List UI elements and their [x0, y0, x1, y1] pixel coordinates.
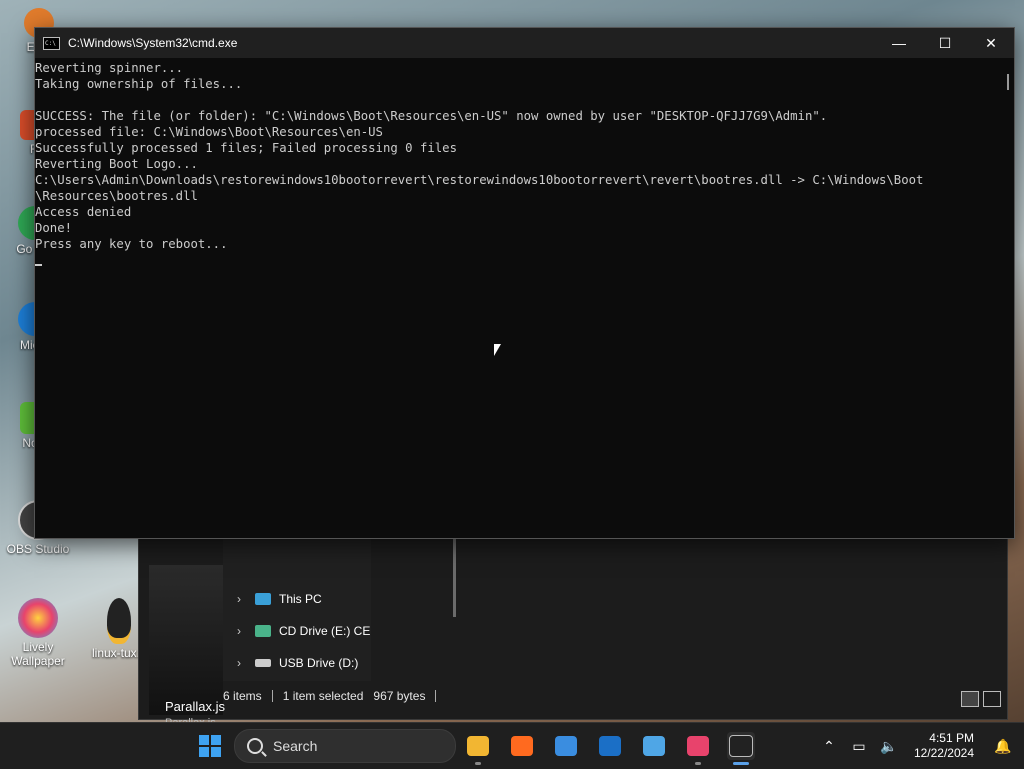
start-button[interactable]: [196, 732, 224, 760]
monitor-icon: [255, 593, 271, 605]
volume-muted-icon[interactable]: 🔈: [878, 738, 900, 755]
file-explorer-icon: [467, 736, 489, 756]
item-count: 6 items: [223, 689, 262, 703]
details-view-icon[interactable]: [961, 691, 979, 707]
console-line: \Resources\bootres.dll: [35, 189, 198, 203]
firefox-icon: [511, 736, 533, 756]
clock-time: 4:51 PM: [929, 731, 974, 745]
console-line: Successfully processed 1 files; Failed p…: [35, 141, 457, 155]
running-indicator: [695, 762, 701, 765]
console-line: Press any key to reboot...: [35, 237, 228, 251]
desktop-icon-label: Lively Wallpaper: [11, 640, 65, 668]
scrollbar-thumb[interactable]: [1007, 74, 1009, 90]
close-button[interactable]: ✕: [968, 28, 1014, 58]
file-thumbnail[interactable]: Parallax.js Parallax.js en: [149, 565, 225, 741]
selection-count: 1 item selected: [282, 689, 364, 703]
search-icon: [247, 738, 263, 754]
notepad-icon: [643, 736, 665, 756]
chevron-right-icon[interactable]: ›: [237, 624, 247, 638]
cmd-window[interactable]: C:\ C:\Windows\System32\cmd.exe — ☐ ✕ Re…: [34, 27, 1015, 539]
nav-item-this-pc[interactable]: › This PC: [237, 587, 322, 611]
nav-scrollbar[interactable]: [453, 537, 456, 617]
usb-drive-icon: [255, 659, 271, 667]
navigation-pane: › This PC › CD Drive (E:) CE › USB Drive…: [223, 531, 456, 681]
running-indicator: [475, 762, 481, 765]
taskbar-app-firefox[interactable]: [508, 732, 536, 760]
chevron-right-icon[interactable]: ›: [237, 592, 247, 606]
outlook-icon: [599, 736, 621, 756]
nav-item-label: This PC: [279, 592, 322, 606]
view-toggle: [961, 691, 1001, 707]
file-name: Parallax.js: [165, 699, 225, 714]
windows-logo-icon: [199, 735, 221, 757]
taskbar-app-file-explorer[interactable]: [464, 732, 492, 765]
taskbar: Search ⌃ ▭ 🔈 4:51 PM 12/22/2024 🔔: [0, 722, 1024, 769]
cd-drive-icon: [255, 625, 271, 637]
cmd-title-bar[interactable]: C:\ C:\Windows\System32\cmd.exe — ☐ ✕: [35, 28, 1014, 58]
console-line: SUCCESS: The file (or folder): "C:\Windo…: [35, 109, 828, 123]
taskbar-app-cmd[interactable]: [727, 732, 755, 765]
taskbar-app-outlook[interactable]: [596, 732, 624, 760]
chevron-right-icon[interactable]: ›: [237, 656, 247, 670]
cmd-app-icon: C:\: [43, 36, 60, 50]
desktop-icon-label: OBS Studio: [6, 542, 70, 556]
mouse-pointer-icon: [493, 343, 502, 358]
nav-item-usb-drive[interactable]: › USB Drive (D:): [237, 651, 358, 675]
network-icon[interactable]: ▭: [848, 738, 870, 755]
selection-size: 967 bytes: [373, 689, 426, 703]
lively-wallpaper-desktop-icon: [18, 598, 58, 638]
console-output[interactable]: Reverting spinner... Taking ownership of …: [35, 58, 1000, 538]
console-cursor-line: [35, 252, 1000, 268]
nav-item-label: USB Drive (D:): [279, 656, 359, 670]
nav-item-cd-drive[interactable]: › CD Drive (E:) CE: [237, 619, 370, 643]
taskbar-app-notepad[interactable]: [640, 732, 668, 760]
tux-icon: [107, 598, 131, 644]
console-scrollbar[interactable]: [1000, 58, 1014, 538]
file-explorer-window[interactable]: Parallax.js Parallax.js en › This PC › C…: [138, 530, 1008, 741]
console-line: Access denied: [35, 205, 132, 219]
tiles-view-icon[interactable]: [983, 691, 1001, 707]
maximize-button[interactable]: ☐: [922, 28, 968, 58]
status-bar: 6 items 1 item selected 967 bytes: [223, 689, 437, 703]
chevron-up-icon[interactable]: ⌃: [818, 738, 840, 755]
notification-bell-icon[interactable]: 🔔: [992, 738, 1014, 755]
console-line: C:\Users\Admin\Downloads\restorewindows1…: [35, 173, 924, 187]
search-placeholder: Search: [273, 738, 318, 754]
minimize-button[interactable]: —: [876, 28, 922, 58]
clock-date: 12/22/2024: [913, 746, 974, 760]
text-cursor: [35, 264, 42, 266]
lively-wallpaper-icon: [687, 736, 709, 756]
console-line: processed file: C:\Windows\Boot\Resource…: [35, 125, 383, 139]
window-title: C:\Windows\System32\cmd.exe: [68, 36, 238, 50]
taskbar-app-lively-wallpaper[interactable]: [684, 732, 712, 765]
console-line: Done!: [35, 221, 73, 235]
taskbar-app-microsoft-store[interactable]: [552, 732, 580, 760]
console-line: Reverting Boot Logo...: [35, 157, 198, 171]
console-line: Taking ownership of files...: [35, 77, 243, 91]
cmd-icon: [729, 735, 753, 757]
status-divider: [271, 690, 273, 702]
desktop-icon-lively-wallpaper[interactable]: Lively Wallpaper: [3, 598, 73, 668]
nav-item-label: CD Drive (E:) CE: [279, 624, 371, 638]
system-tray: ⌃ ▭ 🔈 4:51 PM 12/22/2024 🔔: [814, 723, 1024, 769]
microsoft-store-icon: [555, 736, 577, 756]
status-divider: [435, 690, 437, 702]
taskbar-search[interactable]: Search: [234, 729, 456, 763]
console-line: Reverting spinner...: [35, 61, 184, 75]
running-indicator: [733, 762, 749, 765]
clock[interactable]: 4:51 PM 12/22/2024: [914, 731, 974, 761]
